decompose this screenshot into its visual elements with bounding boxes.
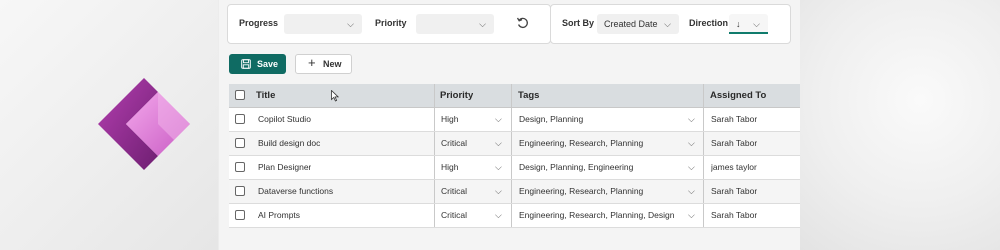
chevron-down-icon[interactable]: ⌵ [688, 132, 695, 155]
column-header-tags[interactable]: Tags [518, 84, 539, 107]
direction-dropdown[interactable]: ↓ ⌵ [729, 14, 768, 34]
assigned-to-cell: Sarah Tabor [711, 138, 758, 148]
assigned-to-cell: james taylor [711, 162, 757, 172]
assigned-to-cell: Sarah Tabor [711, 210, 758, 220]
tasks-grid: Title Priority Tags Assigned To Copilot … [229, 84, 800, 228]
save-icon [241, 59, 251, 69]
table-row[interactable]: Dataverse functions Critical ⌵ Engineeri… [229, 180, 800, 204]
tags-cell[interactable]: Design, Planning, Engineering [519, 156, 633, 179]
column-divider [434, 108, 435, 131]
table-row[interactable]: Plan Designer High ⌵ Design, Planning, E… [229, 156, 800, 180]
save-label: Save [257, 59, 279, 69]
chevron-down-icon[interactable]: ⌵ [688, 108, 695, 131]
column-divider [511, 84, 512, 107]
tags-cell[interactable]: Engineering, Research, Planning [519, 132, 643, 155]
sort-by-label: Sort By [562, 18, 595, 28]
column-divider [434, 84, 435, 107]
assigned-to-cell: Sarah Tabor [711, 186, 758, 196]
column-divider [703, 204, 704, 227]
chevron-down-icon: ⌵ [347, 19, 354, 29]
chevron-down-icon[interactable]: ⌵ [495, 132, 502, 155]
new-button[interactable]: + New [295, 54, 352, 74]
table-row[interactable]: AI Prompts Critical ⌵ Engineering, Resea… [229, 204, 800, 228]
column-divider [434, 156, 435, 179]
chevron-down-icon[interactable]: ⌵ [495, 156, 502, 179]
row-checkbox[interactable] [235, 114, 245, 124]
chevron-down-icon[interactable]: ⌵ [495, 204, 502, 227]
row-checkbox[interactable] [235, 138, 245, 148]
title-cell: AI Prompts [258, 210, 301, 220]
plus-icon: + [308, 55, 316, 70]
column-header-assigned-to[interactable]: Assigned To [710, 84, 766, 107]
new-label: New [323, 59, 342, 69]
tags-cell[interactable]: Engineering, Research, Planning [519, 180, 643, 203]
column-divider [703, 132, 704, 155]
priority-cell[interactable]: Critical [441, 132, 467, 155]
chevron-down-icon[interactable]: ⌵ [688, 204, 695, 227]
title-cell: Build design doc [258, 138, 321, 148]
app-window: Progress ⌵ Priority ⌵ Sort By Created Da… [219, 0, 800, 250]
priority-cell[interactable]: High [441, 108, 458, 131]
title-cell: Dataverse functions [258, 186, 334, 196]
column-divider [511, 108, 512, 131]
column-divider [434, 204, 435, 227]
column-header-priority[interactable]: Priority [440, 84, 473, 107]
background-right [800, 0, 1000, 250]
priority-cell[interactable]: Critical [441, 204, 467, 227]
column-header-title[interactable]: Title [256, 84, 275, 107]
column-divider [434, 180, 435, 203]
direction-value: ↓ [736, 19, 741, 29]
column-divider [434, 132, 435, 155]
chevron-down-icon: ⌵ [479, 19, 486, 29]
column-divider [511, 132, 512, 155]
progress-label: Progress [239, 18, 279, 28]
column-divider [703, 84, 704, 107]
direction-label: Direction [689, 18, 729, 28]
sort-by-dropdown[interactable]: Created Date ⌵ [597, 14, 679, 34]
row-checkbox[interactable] [235, 162, 245, 172]
row-checkbox[interactable] [235, 210, 245, 220]
select-all-checkbox[interactable] [235, 90, 245, 100]
grid-header-row: Title Priority Tags Assigned To [229, 84, 800, 108]
sort-by-value: Created Date [604, 19, 658, 29]
column-divider [703, 156, 704, 179]
column-divider [511, 156, 512, 179]
priority-label: Priority [375, 18, 407, 28]
progress-dropdown[interactable]: ⌵ [284, 14, 362, 34]
save-button[interactable]: Save [229, 54, 286, 74]
chevron-down-icon: ⌵ [753, 19, 760, 29]
refresh-icon[interactable] [516, 16, 530, 30]
row-checkbox[interactable] [235, 186, 245, 196]
chevron-down-icon[interactable]: ⌵ [688, 156, 695, 179]
mouse-cursor-icon [331, 90, 339, 102]
chevron-down-icon[interactable]: ⌵ [688, 180, 695, 203]
assigned-to-cell: Sarah Tabor [711, 114, 758, 124]
tags-cell[interactable]: Design, Planning [519, 108, 583, 131]
column-divider [511, 180, 512, 203]
priority-dropdown[interactable]: ⌵ [416, 14, 494, 34]
chevron-down-icon: ⌵ [664, 19, 671, 29]
table-row[interactable]: Copilot Studio High ⌵ Design, Planning ⌵… [229, 108, 800, 132]
power-apps-logo-icon [98, 78, 190, 170]
filter-panel: Progress ⌵ Priority ⌵ [227, 4, 551, 44]
table-row[interactable]: Build design doc Critical ⌵ Engineering,… [229, 132, 800, 156]
column-divider [703, 180, 704, 203]
column-divider [511, 204, 512, 227]
title-cell: Plan Designer [258, 162, 312, 172]
tags-cell[interactable]: Engineering, Research, Planning, Design [519, 204, 674, 227]
priority-cell[interactable]: High [441, 156, 458, 179]
priority-cell[interactable]: Critical [441, 180, 467, 203]
title-cell: Copilot Studio [258, 114, 311, 124]
sort-panel: Sort By Created Date ⌵ Direction ↓ ⌵ [550, 4, 791, 44]
column-divider [703, 108, 704, 131]
chevron-down-icon[interactable]: ⌵ [495, 108, 502, 131]
chevron-down-icon[interactable]: ⌵ [495, 180, 502, 203]
